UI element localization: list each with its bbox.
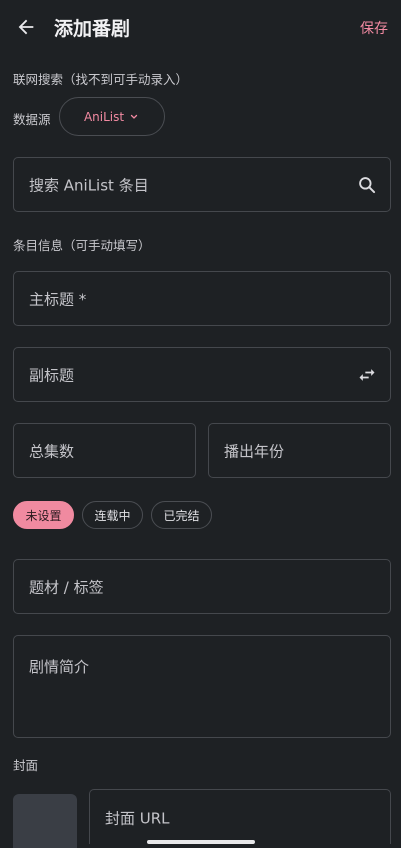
synopsis-placeholder: 剧情简介 bbox=[29, 658, 90, 676]
page-title: 添加番剧 bbox=[54, 18, 131, 40]
status-chip-finished[interactable]: 已完结 bbox=[151, 501, 212, 529]
data-source-value: AniList bbox=[83, 109, 125, 124]
search-input[interactable]: 搜索 AniList 条目 bbox=[13, 157, 391, 212]
data-source-label: 数据源 bbox=[13, 112, 51, 127]
title-field[interactable]: 主标题 * bbox=[13, 271, 391, 326]
top-app-bar: 添加番剧 保存 bbox=[0, 0, 401, 54]
episodes-placeholder: 总集数 bbox=[29, 442, 75, 460]
swap-icon[interactable] bbox=[356, 364, 378, 386]
entry-info-section-label: 条目信息（可手动填写） bbox=[13, 238, 151, 253]
cover-section-label: 封面 bbox=[13, 758, 39, 773]
year-field[interactable]: 播出年份 bbox=[208, 423, 391, 478]
chevron-down-icon bbox=[130, 114, 138, 119]
cover-url-placeholder: 封面 URL bbox=[105, 809, 170, 828]
cover-url-field[interactable]: 封面 URL bbox=[89, 789, 391, 844]
status-chip-airing[interactable]: 连载中 bbox=[82, 501, 143, 529]
subtitle-placeholder: 副标题 bbox=[29, 366, 75, 384]
back-button[interactable] bbox=[12, 13, 40, 41]
add-anime-screen: 添加番剧 保存 联网搜索（找不到可手动录入） 数据源 AniList 搜索 An… bbox=[0, 0, 401, 848]
year-placeholder: 播出年份 bbox=[224, 442, 285, 460]
synopsis-field[interactable]: 剧情简介 bbox=[13, 635, 391, 738]
status-chip-unset[interactable]: 未设置 bbox=[13, 501, 74, 529]
subtitle-field[interactable]: 副标题 bbox=[13, 347, 391, 402]
search-icon[interactable] bbox=[356, 174, 378, 196]
episodes-field[interactable]: 总集数 bbox=[13, 423, 196, 478]
search-placeholder: 搜索 AniList 条目 bbox=[29, 176, 149, 194]
cover-thumbnail[interactable] bbox=[13, 794, 77, 848]
title-placeholder: 主标题 * bbox=[29, 290, 87, 308]
tags-placeholder: 题材 / 标签 bbox=[29, 578, 104, 596]
data-source-dropdown[interactable]: AniList bbox=[59, 97, 165, 136]
home-indicator[interactable] bbox=[147, 840, 255, 844]
tags-field[interactable]: 题材 / 标签 bbox=[13, 559, 391, 614]
save-button[interactable]: 保存 bbox=[360, 18, 388, 38]
online-search-section-label: 联网搜索（找不到可手动录入） bbox=[13, 72, 189, 87]
arrow-left-icon bbox=[18, 19, 34, 35]
